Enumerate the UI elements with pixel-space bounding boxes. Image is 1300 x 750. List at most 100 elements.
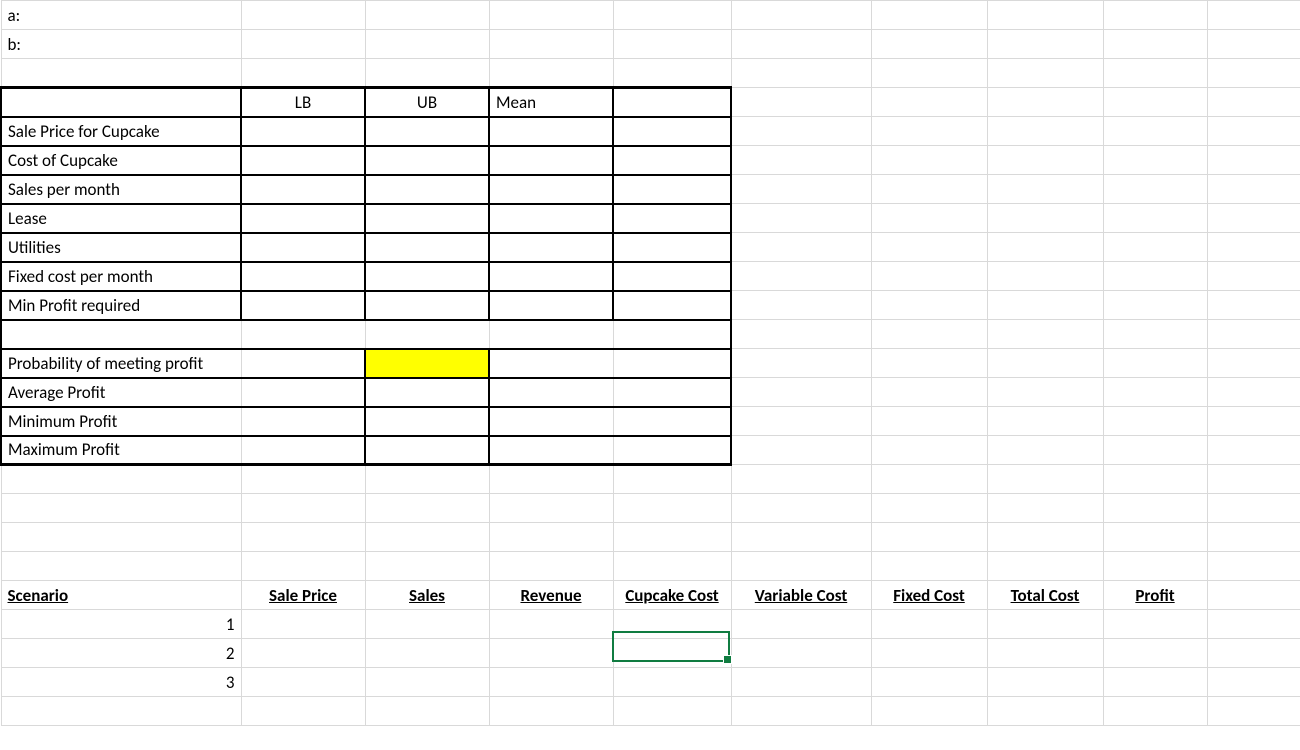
cell-I2[interactable] [1103, 30, 1207, 59]
cell-E12[interactable] [613, 320, 731, 349]
cell-I11[interactable] [1103, 291, 1207, 320]
cell-D25[interactable] [489, 697, 613, 726]
cell-F16[interactable] [731, 436, 871, 465]
header-variable-cost[interactable]: Variable Cost [731, 581, 871, 610]
cell-E23[interactable] [613, 639, 731, 668]
cell-D23[interactable] [489, 639, 613, 668]
cell-J2[interactable] [1207, 30, 1300, 59]
cell-C15[interactable] [365, 407, 489, 436]
cell-B15[interactable] [241, 407, 365, 436]
cell-I9[interactable] [1103, 233, 1207, 262]
cell-D6[interactable] [489, 146, 613, 175]
cell-H11[interactable] [987, 291, 1103, 320]
cell-G8[interactable] [871, 204, 987, 233]
cell-F19[interactable] [731, 523, 871, 552]
cell-H9[interactable] [987, 233, 1103, 262]
cell-H20[interactable] [987, 552, 1103, 581]
cell-C17[interactable] [365, 465, 489, 494]
cell-I6[interactable] [1103, 146, 1207, 175]
cell-H25[interactable] [987, 697, 1103, 726]
cell-B25[interactable] [241, 697, 365, 726]
scenario-row-1[interactable]: 1 [1, 610, 241, 639]
cell-J11[interactable] [1207, 291, 1300, 320]
cell-F1[interactable] [731, 1, 871, 30]
cell-G11[interactable] [871, 291, 987, 320]
cell-E9[interactable] [613, 233, 731, 262]
cell-C24[interactable] [365, 668, 489, 697]
cell-C14[interactable] [365, 378, 489, 407]
cell-F12[interactable] [731, 320, 871, 349]
cell-J14[interactable] [1207, 378, 1300, 407]
cell-E24[interactable] [613, 668, 731, 697]
cell-B20[interactable] [241, 552, 365, 581]
cell-J16[interactable] [1207, 436, 1300, 465]
cell-C4[interactable]: UB [365, 88, 489, 117]
cell-H10[interactable] [987, 262, 1103, 291]
cell-J4[interactable] [1207, 88, 1300, 117]
cell-B10[interactable] [241, 262, 365, 291]
cell-E19[interactable] [613, 523, 731, 552]
cell-C22[interactable] [365, 610, 489, 639]
cell-H17[interactable] [987, 465, 1103, 494]
cell-A1[interactable]: a: [1, 1, 241, 30]
cell-D11[interactable] [489, 291, 613, 320]
cell-E6[interactable] [613, 146, 731, 175]
cell-I14[interactable] [1103, 378, 1207, 407]
cell-J3[interactable] [1207, 59, 1300, 88]
cell-H16[interactable] [987, 436, 1103, 465]
cell-A15[interactable]: Minimum Profit [1, 407, 241, 436]
cell-D9[interactable] [489, 233, 613, 262]
cell-E4[interactable] [613, 88, 731, 117]
cell-D12[interactable] [489, 320, 613, 349]
cell-H1[interactable] [987, 1, 1103, 30]
cell-G12[interactable] [871, 320, 987, 349]
cell-G7[interactable] [871, 175, 987, 204]
cell-I7[interactable] [1103, 175, 1207, 204]
cell-A19[interactable] [1, 523, 241, 552]
cell-B14[interactable] [241, 378, 365, 407]
cell-F9[interactable] [731, 233, 871, 262]
cell-J5[interactable] [1207, 117, 1300, 146]
cell-J20[interactable] [1207, 552, 1300, 581]
cell-D20[interactable] [489, 552, 613, 581]
cell-E1[interactable] [613, 1, 731, 30]
cell-C2[interactable] [365, 30, 489, 59]
cell-J10[interactable] [1207, 262, 1300, 291]
cell-A10[interactable]: Fixed cost per month [1, 262, 241, 291]
cell-A4[interactable] [1, 88, 241, 117]
cell-B9[interactable] [241, 233, 365, 262]
cell-E20[interactable] [613, 552, 731, 581]
cell-J15[interactable] [1207, 407, 1300, 436]
cell-E2[interactable] [613, 30, 731, 59]
cell-A5[interactable]: Sale Price for Cupcake [1, 117, 241, 146]
cell-G20[interactable] [871, 552, 987, 581]
cell-J24[interactable] [1207, 668, 1300, 697]
cell-G25[interactable] [871, 697, 987, 726]
cell-E5[interactable] [613, 117, 731, 146]
cell-G2[interactable] [871, 30, 987, 59]
cell-D19[interactable] [489, 523, 613, 552]
cell-H14[interactable] [987, 378, 1103, 407]
cell-F6[interactable] [731, 146, 871, 175]
cell-I10[interactable] [1103, 262, 1207, 291]
cell-J13[interactable] [1207, 349, 1300, 378]
cell-F22[interactable] [731, 610, 871, 639]
cell-H6[interactable] [987, 146, 1103, 175]
cell-I23[interactable] [1103, 639, 1207, 668]
cell-I15[interactable] [1103, 407, 1207, 436]
cell-G9[interactable] [871, 233, 987, 262]
cell-F4[interactable] [731, 88, 871, 117]
cell-I8[interactable] [1103, 204, 1207, 233]
cell-B12[interactable] [241, 320, 365, 349]
cell-B5[interactable] [241, 117, 365, 146]
cell-H7[interactable] [987, 175, 1103, 204]
cell-D14[interactable] [489, 378, 613, 407]
cell-I19[interactable] [1103, 523, 1207, 552]
cell-C11[interactable] [365, 291, 489, 320]
cell-D16[interactable] [489, 436, 613, 465]
cell-F17[interactable] [731, 465, 871, 494]
cell-C6[interactable] [365, 146, 489, 175]
cell-E17[interactable] [613, 465, 731, 494]
cell-E14[interactable] [613, 378, 731, 407]
cell-D18[interactable] [489, 494, 613, 523]
